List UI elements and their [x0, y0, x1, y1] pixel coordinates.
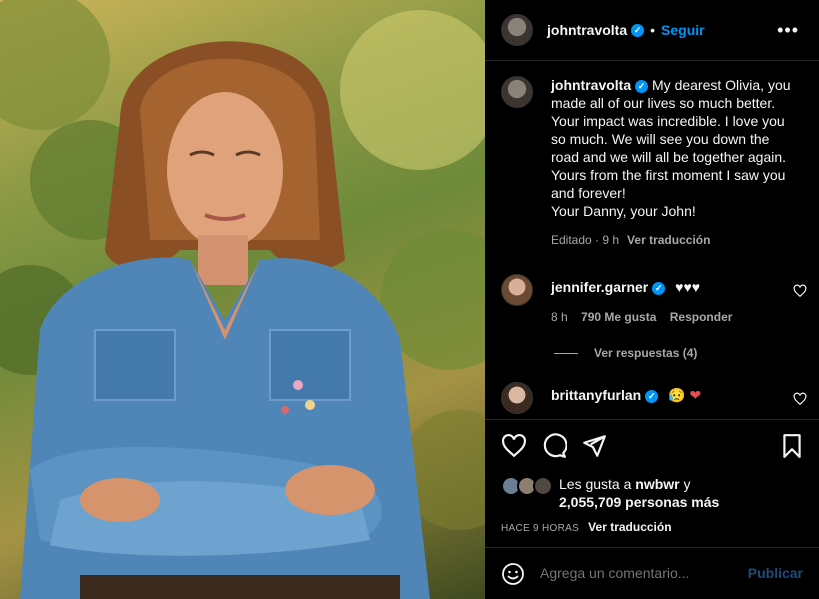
comments-scroll-area[interactable]: johntravolta ✓ My dearest Olivia, you mad… [485, 61, 819, 419]
caption-author-avatar[interactable] [501, 76, 533, 108]
post-translate-link[interactable]: Ver traducción [588, 520, 671, 534]
emoji-picker-icon[interactable] [501, 562, 525, 586]
like-comment-heart-icon[interactable] [793, 284, 807, 298]
caption-username[interactable]: johntravolta [551, 77, 631, 93]
comment-username[interactable]: brittanyfurlan [551, 387, 641, 403]
verified-badge-icon: ✓ [652, 282, 666, 295]
post-actions-area: Les gusta a nwbwr y 2,055,709 personas m… [485, 419, 819, 547]
author-username[interactable]: johntravolta [547, 22, 627, 38]
comment-time: 8 h [551, 310, 568, 324]
comment-username[interactable]: jennifer.garner [551, 279, 648, 295]
author-avatar[interactable] [501, 14, 533, 46]
reply-button[interactable]: Responder [670, 310, 733, 324]
likes-line-1: Les gusta a nwbwr y [559, 476, 691, 492]
post-image[interactable] [0, 0, 485, 599]
liker-avatars[interactable] [501, 476, 553, 496]
commenter-avatar[interactable] [501, 382, 533, 414]
likes-count[interactable]: 2,055,709 personas más [559, 494, 719, 510]
caption-text: My dearest Olivia, you made all of our l… [551, 77, 791, 201]
comment-input[interactable] [540, 565, 730, 581]
verified-badge-icon: ✓ [645, 390, 659, 403]
likes-prefix: Les gusta a [559, 476, 632, 492]
save-bookmark-icon[interactable] [779, 433, 805, 459]
publish-button[interactable]: Publicar [748, 565, 803, 581]
follow-button[interactable]: Seguir [661, 22, 705, 38]
caption-meta: Editado · 9 h Ver traducción [551, 231, 801, 249]
comment-meta: 8 h 790 Me gusta Responder [551, 310, 732, 324]
verified-badge-icon: ✓ [635, 80, 649, 93]
likes-conj: y [683, 476, 691, 492]
sad-face-emoji: 😥 [668, 387, 686, 403]
caption-translate-link[interactable]: Ver traducción [627, 233, 710, 247]
post-photo-illustration [0, 0, 485, 599]
comment-bubble-icon[interactable] [541, 433, 567, 459]
share-send-icon[interactable] [581, 433, 607, 459]
view-replies-link[interactable]: Ver respuestas (4) [554, 346, 697, 360]
post-timestamp-row: HACE 9 HORAS Ver traducción [501, 520, 672, 534]
like-heart-icon[interactable] [501, 433, 527, 459]
liker-username[interactable]: nwbwr [635, 476, 679, 492]
replies-divider [554, 352, 578, 354]
likes-summary: Les gusta a nwbwr y 2,055,709 personas m… [501, 476, 801, 516]
like-comment-heart-icon[interactable] [793, 392, 807, 406]
caption-signoff: Your Danny, your John! [551, 203, 696, 219]
red-heart-emoji: ❤ [689, 387, 702, 403]
post-timestamp: HACE 9 HORAS [501, 523, 580, 534]
verified-badge-icon: ✓ [631, 23, 645, 37]
comment-likes[interactable]: 790 Me gusta [581, 310, 656, 324]
liker-avatar [533, 476, 553, 496]
more-options-icon[interactable]: ••• [777, 20, 799, 41]
view-replies-label[interactable]: Ver respuestas (4) [594, 346, 697, 360]
action-icons-row [499, 433, 805, 459]
separator-dot: • [650, 22, 656, 38]
comment-composer: Publicar [485, 547, 819, 599]
post-details-panel: johntravolta ✓ • Seguir ••• johntravolta… [485, 0, 819, 599]
commenter-avatar[interactable] [501, 274, 533, 306]
post-header: johntravolta ✓ • Seguir ••• [485, 0, 819, 61]
caption-edited-time: Editado · 9 h [551, 233, 620, 247]
comment-text: ♥♥♥ [675, 279, 701, 295]
